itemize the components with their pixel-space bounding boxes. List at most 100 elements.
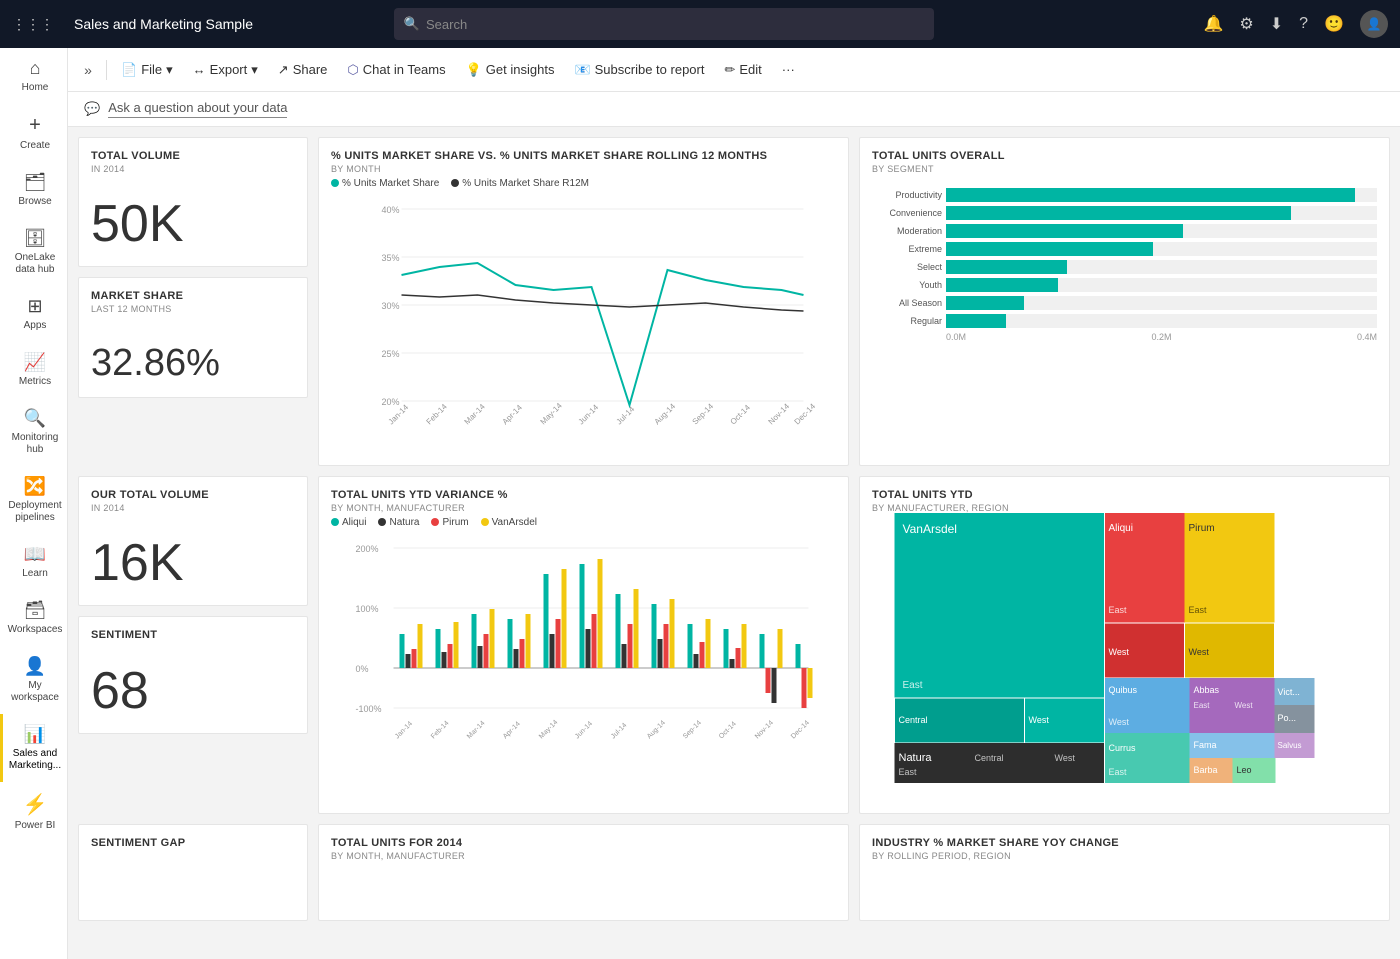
total-units-2014-title: Total Units for 2014 xyxy=(331,837,836,849)
export-icon: ↔ xyxy=(193,62,206,77)
app-body: ⌂ Home + Create 🗂 Browse 🗄 OneLakedata h… xyxy=(0,48,1400,959)
qa-label[interactable]: Ask a question about your data xyxy=(108,100,287,118)
svg-text:Aug-14: Aug-14 xyxy=(653,401,678,426)
bell-icon[interactable]: 🔔 xyxy=(1203,14,1223,34)
more-button[interactable]: ··· xyxy=(774,58,803,81)
sidebar-item-learn[interactable]: 📖 Learn xyxy=(0,534,67,590)
treemap-card: Total Units YTD BY MANUFACTURER, REGION … xyxy=(859,476,1390,814)
our-total-volume-subtitle: IN 2014 xyxy=(91,503,295,513)
subscribe-button[interactable]: 📧 Subscribe to report xyxy=(566,58,712,82)
line-chart-legend: % Units Market Share % Units Market Shar… xyxy=(331,178,836,189)
svg-text:Nov-14: Nov-14 xyxy=(767,401,792,426)
sidebar-item-deployment[interactable]: 🔀 Deploymentpipelines xyxy=(0,466,67,534)
market-share-subtitle: LAST 12 MONTHS xyxy=(91,304,295,314)
settings-icon[interactable]: ⚙ xyxy=(1239,14,1253,34)
metrics-icon: 📈 xyxy=(24,352,46,373)
our-total-volume-value: 16K xyxy=(91,533,295,593)
sidebar-label-learn: Learn xyxy=(22,568,48,580)
sidebar-item-powerbi[interactable]: ⚡ Power BI xyxy=(0,782,67,842)
sidebar-item-apps[interactable]: ⊞ Apps xyxy=(0,286,67,342)
download-icon[interactable]: ⬇ xyxy=(1270,14,1283,34)
svg-text:West: West xyxy=(1189,647,1210,657)
grid-icon: ⋮⋮⋮ xyxy=(12,16,54,33)
sidebar: ⌂ Home + Create 🗂 Browse 🗄 OneLakedata h… xyxy=(0,48,68,959)
sidebar-item-myworkspace[interactable]: 👤 Myworkspace xyxy=(0,646,67,714)
our-total-volume-title: Our Total Volume xyxy=(91,489,295,501)
chat-teams-button[interactable]: ⬡ Chat in Teams xyxy=(339,58,453,82)
sidebar-item-browse[interactable]: 🗂 Browse xyxy=(0,162,67,218)
sidebar-item-monitoring[interactable]: 🔍 Monitoringhub xyxy=(0,398,67,466)
hbar-chart: Productivity Convenience Moderation Extr… xyxy=(872,188,1377,342)
total-volume-card: Total Volume IN 2014 50K xyxy=(78,137,308,267)
export-button[interactable]: ↔ Export ▾ xyxy=(185,58,266,82)
search-icon: 🔍 xyxy=(404,16,420,32)
edit-button[interactable]: ✏ Edit xyxy=(716,58,769,82)
avatar[interactable]: 👤 xyxy=(1360,10,1388,38)
market-share-value: 32.86% xyxy=(91,342,295,385)
sentiment-gap-title: Sentiment Gap xyxy=(91,837,295,849)
insights-button[interactable]: 💡 Get insights xyxy=(458,58,563,82)
treemap-subtitle: BY MANUFACTURER, REGION xyxy=(872,503,1377,513)
top-navigation: ⋮⋮⋮ Sales and Marketing Sample 🔍 🔔 ⚙ ⬇ ?… xyxy=(0,0,1400,48)
svg-text:Aug-14: Aug-14 xyxy=(646,719,667,740)
svg-text:Jul-14: Jul-14 xyxy=(610,722,629,741)
search-input[interactable] xyxy=(426,17,924,32)
hbar-row-youth: Youth xyxy=(872,278,1377,292)
svg-text:100%: 100% xyxy=(356,604,379,614)
svg-text:30%: 30% xyxy=(382,301,400,311)
total-units-2014-subtitle: BY MONTH, MANUFACTURER xyxy=(331,851,836,861)
deployment-icon: 🔀 xyxy=(24,476,46,497)
help-icon[interactable]: ? xyxy=(1299,15,1308,33)
sidebar-item-metrics[interactable]: 📈 Metrics xyxy=(0,342,67,398)
svg-text:35%: 35% xyxy=(382,253,400,263)
sidebar-label-home: Home xyxy=(22,82,49,94)
hbar-row-moderation: Moderation xyxy=(872,224,1377,238)
sidebar-item-create[interactable]: + Create xyxy=(0,104,67,162)
sidebar-label-onelake: OneLakedata hub xyxy=(15,252,56,276)
svg-text:Natura: Natura xyxy=(899,752,933,764)
sidebar-item-onelake[interactable]: 🗄 OneLakedata hub xyxy=(0,218,67,286)
legend-pirum: Pirum xyxy=(431,517,468,528)
total-volume-title: Total Volume xyxy=(91,150,295,162)
sidebar-item-home[interactable]: ⌂ Home xyxy=(0,48,67,104)
ytd-bar-svg: 200% 100% 0% -100% xyxy=(331,534,836,754)
toolbar: » 📄 File ▾ ↔ Export ▾ ↗ Share ⬡ Chat in … xyxy=(68,48,1400,92)
sidebar-label-monitoring: Monitoringhub xyxy=(12,432,59,456)
svg-text:West: West xyxy=(1109,647,1130,657)
svg-text:Abbas: Abbas xyxy=(1194,685,1220,695)
search-bar[interactable]: 🔍 xyxy=(394,8,934,40)
svg-text:East: East xyxy=(1109,767,1128,777)
share-icon: ↗ xyxy=(278,62,289,78)
workspaces-icon: 🗃 xyxy=(24,600,47,621)
svg-text:Oct-14: Oct-14 xyxy=(729,403,753,427)
apps-icon: ⊞ xyxy=(27,296,42,317)
face-icon[interactable]: 🙂 xyxy=(1324,14,1344,34)
expand-button[interactable]: » xyxy=(76,58,100,82)
onelake-icon: 🗄 xyxy=(24,228,47,249)
svg-text:Dec-14: Dec-14 xyxy=(790,719,811,740)
legend-natura: Natura xyxy=(378,517,419,528)
create-icon: + xyxy=(29,114,41,137)
svg-text:West: West xyxy=(1109,717,1130,727)
lightbulb-icon: 💡 xyxy=(466,62,482,78)
sidebar-item-workspaces[interactable]: 🗃 Workspaces xyxy=(0,590,67,646)
browse-icon: 🗂 xyxy=(24,172,47,193)
svg-text:Jun-14: Jun-14 xyxy=(577,402,601,426)
hbar-row-productivity: Productivity xyxy=(872,188,1377,202)
svg-text:Po...: Po... xyxy=(1278,713,1297,723)
kpi-column-2: Our Total Volume IN 2014 16K Sentiment 6… xyxy=(78,476,308,814)
total-volume-subtitle: IN 2014 xyxy=(91,164,295,174)
monitoring-icon: 🔍 xyxy=(24,408,46,429)
svg-text:May-14: May-14 xyxy=(539,401,565,427)
market-share-card: Market Share LAST 12 MONTHS 32.86% xyxy=(78,277,308,398)
market-share-title: Market Share xyxy=(91,290,295,302)
file-button[interactable]: 📄 File ▾ xyxy=(113,58,181,82)
sidebar-label-salesmarketing: Sales andMarketing... xyxy=(9,748,61,772)
share-button[interactable]: ↗ Share xyxy=(270,58,336,82)
sidebar-item-salesmarketing[interactable]: 📊 Sales andMarketing... xyxy=(0,714,67,782)
total-units-2014-card: Total Units for 2014 BY MONTH, MANUFACTU… xyxy=(318,824,849,922)
total-units-overall-subtitle: BY SEGMENT xyxy=(872,164,1377,174)
hbar-row-extreme: Extreme xyxy=(872,242,1377,256)
sidebar-label-workspaces: Workspaces xyxy=(8,624,63,636)
svg-text:West: West xyxy=(1235,701,1254,710)
